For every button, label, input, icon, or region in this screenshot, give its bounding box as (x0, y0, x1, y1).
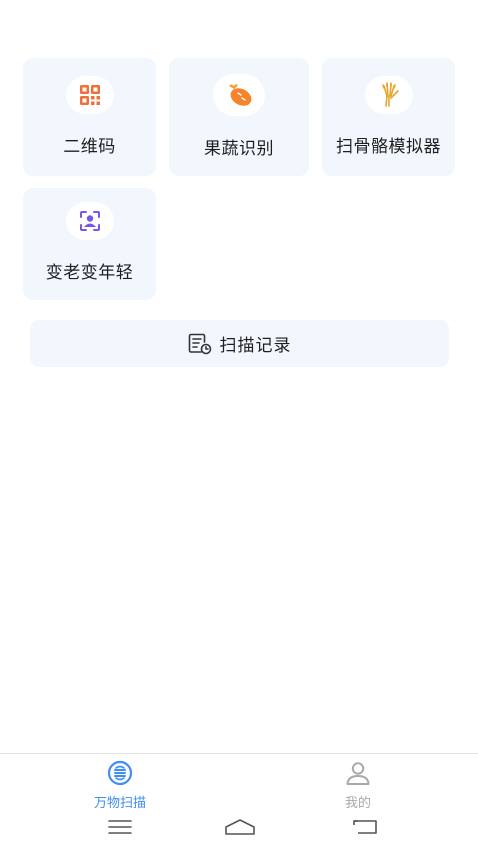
age-transform-label: 变老变年轻 (45, 263, 134, 283)
screen: 二维码 果蔬识别 扫骨骼模拟器 变老变年轻 扫描记录 万物扫描 我的 (0, 0, 478, 850)
home-icon[interactable] (224, 817, 256, 837)
user-icon (346, 762, 370, 785)
qr-code-icon (79, 85, 100, 105)
hand-bone-icon (381, 82, 399, 107)
back-icon[interactable] (352, 817, 378, 837)
face-scan-icon-badge (65, 202, 114, 240)
carrot-icon-badge (213, 74, 265, 116)
scan-icon (107, 760, 133, 786)
fruit-veg-recognition-label: 果蔬识别 (204, 139, 274, 159)
tab-scan-everything-label: 万物扫描 (93, 796, 146, 811)
tab-mine[interactable]: 我的 (308, 760, 408, 811)
bone-scan-simulator-card[interactable]: 扫骨骼模拟器 (322, 58, 455, 176)
scan-record-label: 扫描记录 (219, 336, 292, 356)
tab-mine-label: 我的 (344, 796, 371, 811)
age-transform-card[interactable]: 变老变年轻 (23, 188, 156, 300)
scan-record-icon (188, 333, 211, 354)
hand-bone-icon-badge (364, 76, 413, 114)
qr-code-label: 二维码 (63, 137, 116, 157)
qr-code-card[interactable]: 二维码 (23, 58, 156, 176)
system-navigation-bar (0, 811, 478, 850)
face-scan-icon (79, 211, 100, 231)
bottom-tab-bar: 万物扫描 我的 (0, 753, 478, 812)
bone-scan-simulator-label: 扫骨骼模拟器 (336, 137, 441, 157)
qr-code-icon-badge (65, 76, 114, 114)
fruit-veg-recognition-card[interactable]: 果蔬识别 (169, 58, 309, 176)
carrot-icon (229, 84, 252, 106)
menu-icon[interactable] (108, 817, 132, 837)
tab-scan-everything[interactable]: 万物扫描 (70, 760, 170, 811)
scan-record-button[interactable]: 扫描记录 (30, 320, 449, 367)
